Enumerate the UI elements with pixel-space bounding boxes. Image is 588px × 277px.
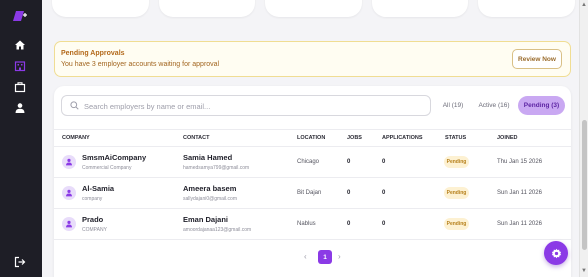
main-content: Pending Approvals You have 3 employer ac…	[42, 0, 579, 277]
status-badge: Pending	[444, 156, 469, 168]
alert-text: You have 3 employer accounts waiting for…	[61, 61, 220, 68]
user-icon	[66, 220, 72, 228]
home-icon[interactable]	[12, 37, 28, 53]
next-page-button[interactable]: ›	[338, 252, 341, 261]
table-row[interactable]: Al-Samia company Ameera basem sallydajan…	[54, 178, 571, 209]
company-avatar	[62, 155, 76, 169]
filter-active-tab[interactable]: Active (16)	[474, 96, 514, 115]
company-name: SmsmAiCompany	[82, 153, 147, 162]
stat-card	[265, 0, 362, 17]
stat-card	[478, 0, 575, 17]
column-header-company: COMPANY	[62, 135, 90, 141]
jobs-count: 0	[347, 159, 351, 165]
table-row[interactable]: Prado COMPANY Eman Dajani amoordajanaa12…	[54, 209, 571, 240]
column-header-joined: JOINED	[497, 135, 518, 141]
column-header-jobs: JOBS	[347, 135, 362, 141]
location: Nablus	[297, 221, 316, 227]
filter-pending-tab[interactable]: Pending (3)	[518, 96, 565, 115]
contact-name: Ameera basem	[183, 184, 237, 193]
pagination: ‹ 1 ›	[54, 250, 571, 264]
applications-count: 0	[382, 159, 386, 165]
building-icon[interactable]	[12, 58, 28, 74]
app-root: Pending Approvals You have 3 employer ac…	[0, 0, 588, 277]
search-icon	[70, 101, 79, 110]
gear-icon	[551, 248, 561, 258]
scroll-down-arrow[interactable]: ▼	[581, 268, 587, 274]
stat-card	[52, 0, 149, 17]
company-avatar	[62, 186, 76, 200]
company-type: COMPANY	[82, 227, 107, 233]
column-header-status: STATUS	[445, 135, 467, 141]
stat-card	[158, 0, 256, 17]
stat-card	[371, 0, 469, 17]
status-badge: Pending	[444, 218, 469, 230]
location: Chicago	[297, 159, 320, 165]
search-input[interactable]: Search employers by name or email...	[61, 95, 431, 116]
review-now-button[interactable]: Review Now	[512, 49, 562, 69]
prev-page-button[interactable]: ‹	[304, 252, 307, 261]
contact-email: hamedsamya799@gmail.com	[183, 165, 250, 171]
page-number-button[interactable]: 1	[318, 250, 332, 264]
user-icon	[66, 189, 72, 197]
jobs-count: 0	[347, 190, 351, 196]
joined-date: Sun Jan 11 2026	[497, 190, 542, 196]
scroll-up-arrow[interactable]: ▲	[581, 2, 587, 8]
company-avatar	[62, 217, 76, 231]
contact-email: sallydajani0@gmail.com	[183, 196, 237, 202]
scrollbar-thumb[interactable]	[582, 120, 587, 250]
contact-email: amoordajanaa123@gmail.com	[183, 227, 252, 233]
pending-approvals-alert: Pending Approvals You have 3 employer ac…	[54, 41, 571, 77]
table-header: COMPANY CONTACT LOCATION JOBS APPLICATIO…	[54, 129, 571, 147]
joined-date: Sun Jan 11 2026	[497, 221, 542, 227]
company-name: Prado	[82, 215, 104, 224]
contact-name: Eman Dajani	[183, 215, 229, 224]
stats-cards	[52, 0, 575, 17]
logout-icon[interactable]	[12, 254, 28, 270]
contact-name: Samia Hamed	[183, 153, 233, 162]
column-header-applications: APPLICATIONS	[382, 135, 423, 141]
applications-count: 0	[382, 190, 386, 196]
joined-date: Thu Jan 15 2026	[497, 159, 543, 165]
employers-table-card: Search employers by name or email... All…	[54, 86, 571, 277]
settings-fab-button[interactable]	[544, 241, 568, 265]
alert-title: Pending Approvals	[61, 50, 125, 57]
column-header-location: LOCATION	[297, 135, 326, 141]
user-icon[interactable]	[12, 100, 28, 116]
app-logo[interactable]	[11, 9, 29, 23]
location: Bit Dajan	[297, 190, 322, 196]
company-type: Commercial Company	[82, 165, 132, 171]
scrollbar[interactable]: ▲ ▼	[579, 0, 588, 277]
company-name: Al-Samia	[82, 184, 115, 193]
sidebar	[0, 0, 42, 277]
table-row[interactable]: SmsmAiCompany Commercial Company Samia H…	[54, 147, 571, 178]
status-badge: Pending	[444, 187, 469, 199]
column-header-contact: CONTACT	[183, 135, 210, 141]
briefcase-icon[interactable]	[12, 79, 28, 95]
applications-count: 0	[382, 221, 386, 227]
filter-all-tab[interactable]: All (19)	[438, 96, 468, 115]
user-icon	[66, 158, 72, 166]
search-placeholder: Search employers by name or email...	[84, 102, 211, 111]
jobs-count: 0	[347, 221, 351, 227]
company-type: company	[82, 196, 103, 202]
